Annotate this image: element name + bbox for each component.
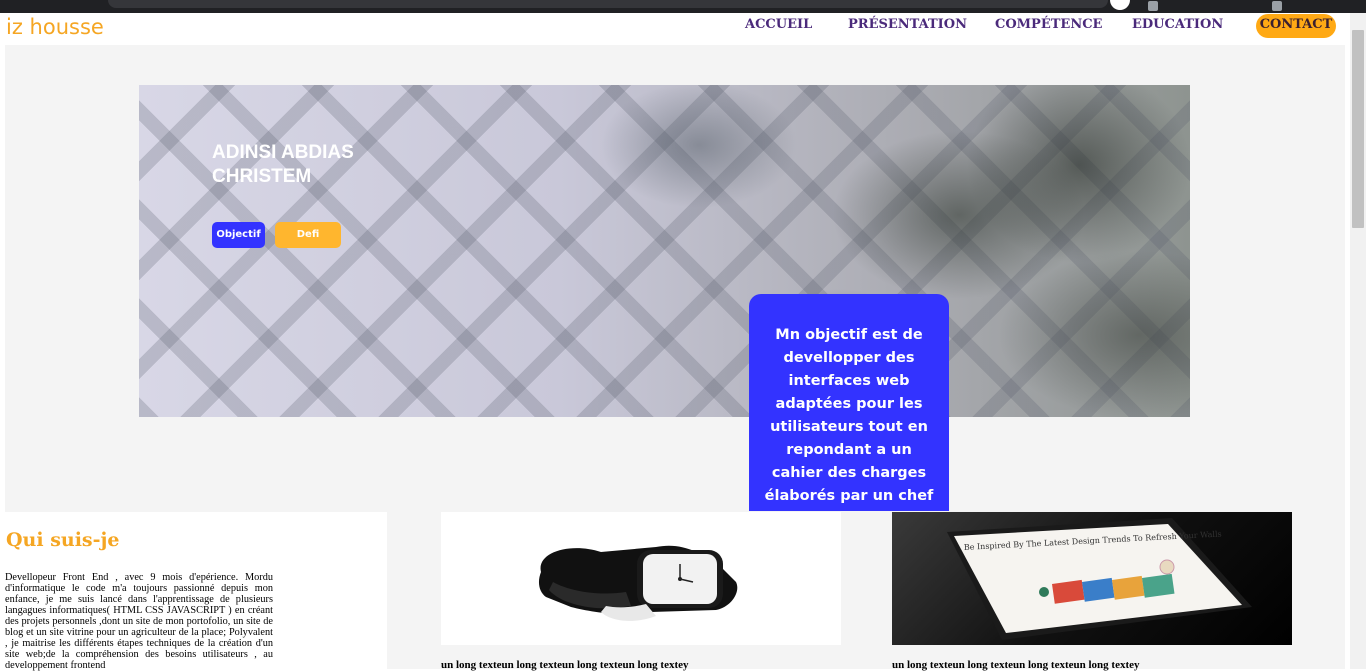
nav-education[interactable]: EDUCATION	[1132, 17, 1223, 32]
hero-title: ADINSI ABDIAS CHRISTEM	[212, 142, 354, 187]
about-title: Qui suis-je	[6, 529, 120, 551]
menu-icon[interactable]	[1272, 1, 1282, 11]
nav-presentation[interactable]: PRÉSENTATION	[848, 17, 967, 32]
nav-competence[interactable]: COMPÉTENCE	[995, 17, 1102, 32]
profile-icon[interactable]	[1110, 0, 1130, 10]
tablet-image[interactable]: Be Inspired By The Latest Design Trends …	[892, 512, 1292, 645]
about-text: Devellopeur Front End , avec 9 mois d'ep…	[5, 572, 273, 671]
smartwatch-icon	[538, 545, 738, 621]
card-caption: un long texteun long texteun long texteu…	[892, 659, 1140, 671]
extension-icon[interactable]	[1148, 1, 1158, 11]
site-navbar: iz housse ACCUEIL PRÉSENTATION COMPÉTENC…	[0, 13, 1350, 45]
objectif-button[interactable]: Objectif	[212, 222, 265, 248]
nav-accueil[interactable]: ACCUEIL	[745, 17, 812, 32]
hero-banner	[139, 85, 1190, 417]
smartwatch-image[interactable]	[441, 512, 841, 645]
card-caption: un long texteun long texteun long texteu…	[441, 659, 689, 671]
scrollbar-thumb[interactable]	[1352, 30, 1364, 228]
defi-button[interactable]: Defi	[275, 222, 341, 248]
tablet-icon: Be Inspired By The Latest Design Trends …	[947, 518, 1252, 640]
nav-contact-button[interactable]: CONTACT	[1256, 14, 1336, 38]
browser-toolbar	[0, 0, 1366, 13]
objective-card: Mn objectif est de devellopper des inter…	[749, 294, 949, 511]
site-logo[interactable]: iz housse	[6, 15, 104, 39]
address-bar[interactable]	[108, 0, 1108, 8]
